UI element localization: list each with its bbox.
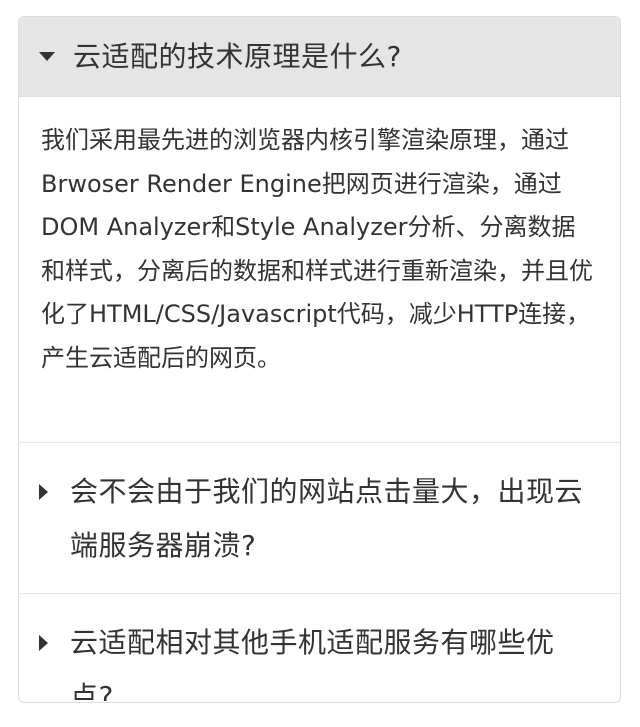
caret-right-icon [39, 635, 48, 651]
faq-answer-1: 我们采用最先进的浏览器内核引擎渲染原理，通过Brwoser Render Eng… [19, 97, 620, 443]
faq-accordion: 云适配的技术原理是什么? 我们采用最先进的浏览器内核引擎渲染原理，通过Brwos… [18, 16, 621, 703]
faq-question-3-text: 云适配相对其他手机适配服务有哪些优点? [70, 626, 555, 703]
faq-question-3-header[interactable]: 云适配相对其他手机适配服务有哪些优点? [19, 594, 620, 703]
faq-question-1-header[interactable]: 云适配的技术原理是什么? [19, 17, 620, 97]
caret-down-icon [39, 52, 55, 61]
caret-right-icon [39, 484, 48, 500]
faq-question-2-text: 会不会由于我们的网站点击量大，出现云端服务器崩溃? [70, 475, 584, 562]
faq-question-1-text: 云适配的技术原理是什么? [73, 39, 402, 73]
faq-question-2-header[interactable]: 会不会由于我们的网站点击量大，出现云端服务器崩溃? [19, 443, 620, 594]
